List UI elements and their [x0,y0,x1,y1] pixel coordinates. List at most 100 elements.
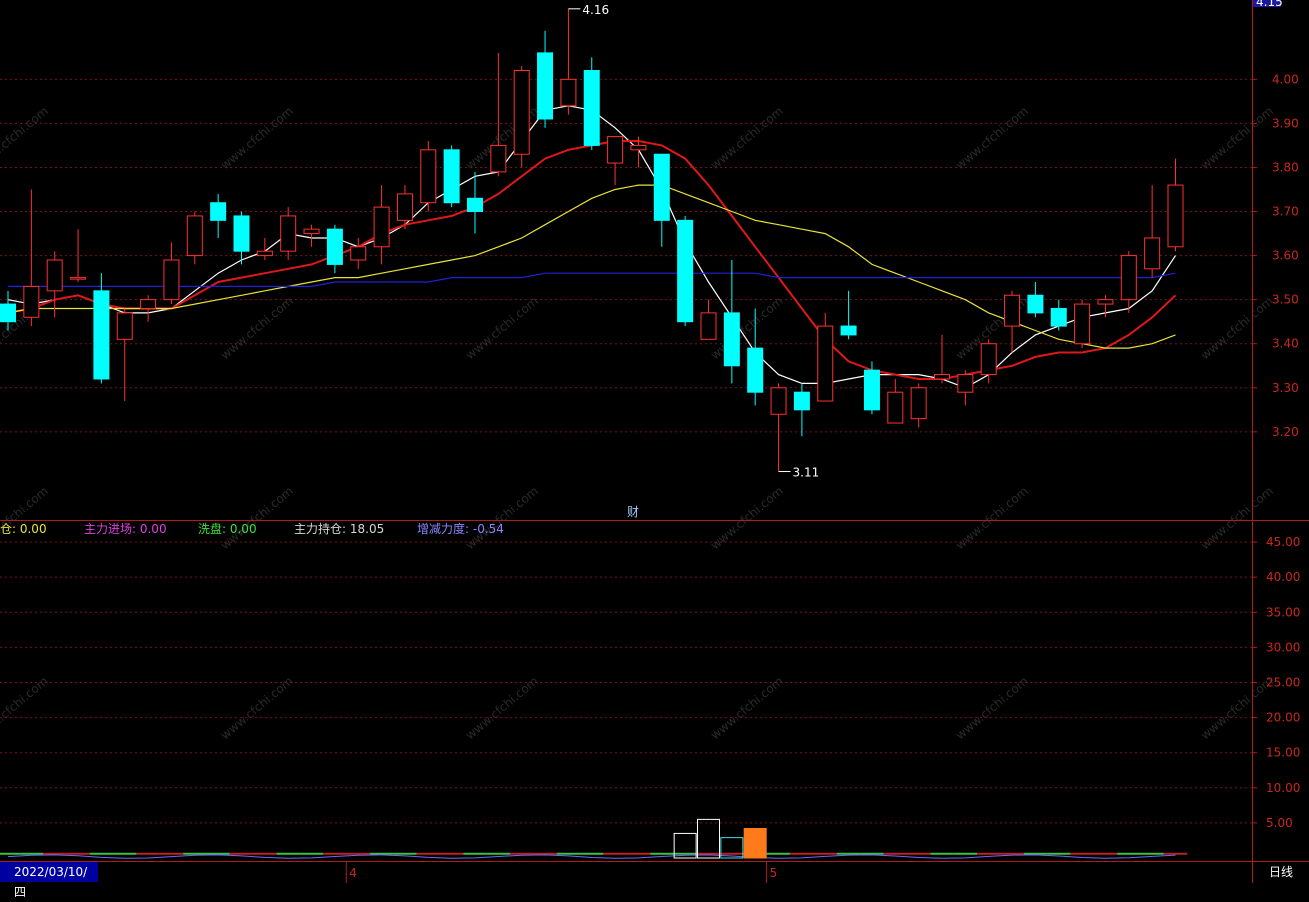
candle-body [467,197,483,213]
month-marker-label: 5 [770,866,778,880]
high-price-label: 4.16 [582,3,609,17]
candle-body [677,219,694,323]
watermark-text: www.cfchi.com [218,104,296,173]
indicator-bar [720,837,744,859]
candle-body [980,343,997,376]
candle-body [116,312,133,340]
watermark-text: www.cfchi.com [463,674,541,743]
top-value-label: 4.15 [1256,0,1283,9]
watermark-text: www.cfchi.com [463,294,541,363]
candle-body [1004,294,1021,327]
candles [0,8,1184,472]
indicator-legend: 持仓: 0.00 主力进场: 0.00 洗盘: 0.00 主力持仓: 18.05 增减力… [0,521,504,536]
moving-average-line-4 [8,272,1176,287]
candle-body [653,153,670,221]
month-marker-label: 4 [349,866,357,880]
candle-body [537,52,554,120]
candle-body [1120,255,1137,301]
price-tick-label: 3.90 [1272,116,1299,130]
watermark-text: www.cfchi.com [953,104,1031,173]
indicator-legend-item: 增减力度: -0.54 [417,521,504,536]
period-selector[interactable]: 日线 [1254,862,1308,882]
candle-body [210,202,227,221]
candle-body [303,228,320,235]
indicator-panel [0,818,1188,859]
indicator-tick-label: 25.00 [1266,675,1300,689]
annotations: 4.16 3.11 财 [568,3,819,519]
price-tick-label: 4.00 [1272,72,1299,86]
indicator-bar [743,828,767,859]
indicator-legend-item: 持仓: 0.00 [0,521,47,536]
candle-body [1144,237,1161,270]
indicator-legend-item: 主力进场: 0.00 [84,522,167,536]
candle-body [233,215,250,252]
watermark-text: www.cfchi.com [0,104,51,173]
price-tick-label: 3.40 [1272,337,1299,351]
candle-body [957,374,974,393]
candle-body [350,246,367,261]
indicator-legend-item: 洗盘: 0.00 [198,521,257,536]
candle-body [770,387,787,415]
candle-body [560,78,577,107]
candle-body [723,312,740,367]
candle-body [1074,303,1091,345]
watermark-layer: www.cfchi.com www.cfchi.com www.cfchi.com w… [0,104,1276,743]
candle-body [93,290,110,380]
indicator-tick-label: 20.00 [1266,711,1300,725]
candle-body [887,391,904,424]
date-label: 2022/03/10/四 [0,862,98,899]
watermark-text: www.cfchi.com [953,674,1031,743]
candle-body [607,136,624,164]
candle-body [1027,294,1044,314]
candle-body [1167,184,1184,248]
candle-body [1050,307,1067,327]
candle-body [23,285,40,318]
indicator-line [7,854,1176,859]
candle-body [630,144,647,151]
candle-body [513,70,530,155]
candle-body [326,228,343,265]
candle-body [186,215,203,257]
candle-body [443,149,460,204]
grid-layer: 45 [0,0,1309,883]
candle-body [396,193,413,221]
candle-body [747,347,764,393]
candle-body [934,374,950,380]
candle-body [0,303,16,323]
price-tick-label: 3.80 [1272,160,1299,174]
candle-body [256,250,273,257]
candle-body [817,325,834,402]
indicator-legend-item: 主力持仓: 18.05 [294,521,384,536]
watermark-text: www.cfchi.com [1198,674,1276,743]
candle-body [793,391,810,411]
watermark-text: www.cfchi.com [708,104,786,173]
watermark-text: www.cfchi.com [1198,104,1276,173]
indicator-tick-label: 5.00 [1266,816,1293,830]
candle-body [140,299,157,309]
candle-body [840,325,857,336]
indicator-tick-label: 35.00 [1266,605,1300,619]
watermark-text: www.cfchi.com [708,674,786,743]
watermark-text: www.cfchi.com [218,294,296,363]
indicator-bar [697,818,720,859]
watermark-text: www.cfchi.com [708,294,786,363]
stock-chart[interactable]: www.cfchi.com www.cfchi.com www.cfchi.com w… [0,0,1309,883]
candle-body [910,387,927,420]
candle-body [490,144,507,173]
price-tick-label: 3.60 [1272,249,1299,263]
candle-body [280,215,297,252]
price-tick-label: 3.50 [1272,293,1299,307]
watermark-text: www.cfchi.com [1198,294,1276,363]
candle-body [583,70,600,146]
candle-body [70,277,87,280]
price-tick-label: 3.30 [1272,381,1299,395]
indicator-tick-label: 10.00 [1266,781,1300,795]
candle-body [863,369,880,411]
candle-body [1097,299,1114,305]
indicator-tick-label: 45.00 [1266,535,1300,549]
low-price-label: 3.11 [793,466,820,480]
price-tick-label: 3.70 [1272,205,1299,219]
indicator-tick-label: 15.00 [1266,746,1300,760]
event-marker: 财 [627,505,639,519]
candle-body [420,149,437,204]
